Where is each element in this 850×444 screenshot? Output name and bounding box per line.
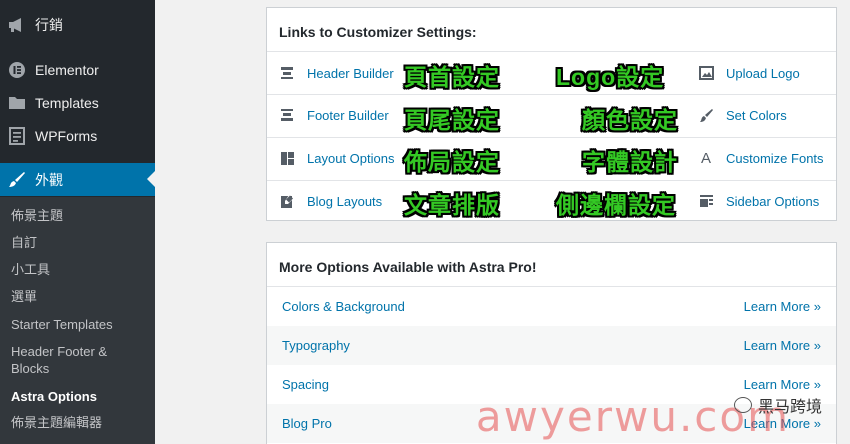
annotation-colors: 顏色設定 <box>582 107 678 133</box>
layout-icon <box>277 148 297 168</box>
submenu-item-widgets[interactable]: 小工具 <box>11 261 151 278</box>
font-icon: A <box>700 149 711 167</box>
pro-feature-label[interactable]: Spacing <box>282 377 329 392</box>
upload-logo-link[interactable]: Upload Logo <box>696 63 800 83</box>
annotation-logo: Logo設定 <box>556 64 665 90</box>
menu-item-appearance[interactable]: 外觀 <box>0 163 155 196</box>
folder-icon <box>8 94 26 112</box>
annotation-layout: 佈局設定 <box>404 149 500 175</box>
link-label: Header Builder <box>307 65 394 81</box>
footer-builder-link[interactable]: Footer Builder <box>277 105 389 125</box>
admin-sidebar: 行銷 Elementor Templates WPForms 外觀 佈景主題 自… <box>0 0 155 444</box>
menu-item-elementor[interactable]: Elementor <box>0 53 155 86</box>
link-label: Customize Fonts <box>726 150 824 166</box>
divider <box>267 180 836 181</box>
learn-more-link[interactable]: Learn More » <box>744 299 821 314</box>
submenu-item-customize[interactable]: 自訂 <box>11 234 151 251</box>
customize-fonts-link[interactable]: A Customize Fonts <box>696 148 824 168</box>
menu-label: Elementor <box>35 61 99 78</box>
watermark: 黑马跨境 <box>733 393 822 417</box>
link-label: Blog Layouts <box>307 193 383 209</box>
annotation-blog: 文章排版 <box>404 192 500 218</box>
annotation-fonts: 字體設計 <box>582 149 678 175</box>
elementor-icon <box>8 61 26 79</box>
header-builder-link[interactable]: Header Builder <box>277 63 394 83</box>
divider <box>267 137 836 138</box>
pro-row-typography: Typography Learn More » <box>267 326 836 365</box>
appearance-submenu: 佈景主題 自訂 小工具 選單 Starter Templates Header … <box>0 197 155 444</box>
header-builder-icon <box>277 63 297 83</box>
menu-label: 行銷 <box>35 16 63 33</box>
blog-layouts-link[interactable]: Blog Layouts <box>277 191 382 211</box>
submenu-item-menus[interactable]: 選單 <box>11 288 151 305</box>
menu-item-marketing[interactable]: 行銷 <box>0 8 155 41</box>
divider <box>267 51 836 52</box>
link-label: Sidebar Options <box>726 193 820 209</box>
learn-more-link[interactable]: Learn More » <box>744 377 821 392</box>
panel-title: Links to Customizer Settings: <box>279 24 477 40</box>
form-icon <box>8 126 26 145</box>
pro-feature-label[interactable]: Blog Pro <box>282 416 332 431</box>
submenu-item-theme-editor[interactable]: 佈景主題編輯器 <box>11 414 151 431</box>
megaphone-icon <box>8 16 26 34</box>
layout-options-link[interactable]: Layout Options <box>277 148 394 168</box>
menu-item-wpforms[interactable]: WPForms <box>0 119 155 152</box>
image-icon <box>696 63 716 83</box>
link-label: Layout Options <box>307 150 395 166</box>
watermark-label: 黑马跨境 <box>757 399 822 416</box>
pro-feature-label[interactable]: Colors & Background <box>282 299 405 314</box>
submenu-item-astra-options[interactable]: Astra Options <box>11 388 151 405</box>
annotation-sidebar: 側邊欄設定 <box>556 192 676 218</box>
set-colors-link[interactable]: Set Colors <box>696 105 787 125</box>
learn-more-link[interactable]: Learn More » <box>744 338 821 353</box>
submenu-item-themes[interactable]: 佈景主題 <box>11 207 151 224</box>
panel-title: More Options Available with Astra Pro! <box>279 259 537 275</box>
sidebar-options-link[interactable]: Sidebar Options <box>696 191 819 211</box>
annotation-header: 頁首設定 <box>404 64 500 90</box>
footer-builder-icon <box>277 105 297 125</box>
pro-row-colors: Colors & Background Learn More » <box>267 287 836 326</box>
menu-label: 外觀 <box>35 171 63 188</box>
divider <box>267 94 836 95</box>
chat-bubble-icon <box>733 397 752 413</box>
sidebar-icon <box>696 191 716 211</box>
brush-icon <box>696 105 716 125</box>
menu-label: WPForms <box>35 127 98 144</box>
menu-label: Templates <box>35 94 99 111</box>
menu-item-templates[interactable]: Templates <box>0 86 155 119</box>
submenu-item-header-footer-blocks[interactable]: Header Footer & Blocks <box>11 343 116 377</box>
link-label: Footer Builder <box>307 107 389 123</box>
pro-feature-label[interactable]: Typography <box>282 338 350 353</box>
submenu-item-starter-templates[interactable]: Starter Templates <box>11 316 151 333</box>
link-label: Upload Logo <box>726 65 800 81</box>
link-label: Set Colors <box>726 107 787 123</box>
customizer-links-panel: Links to Customizer Settings: Header Bui… <box>266 7 837 221</box>
annotation-footer: 頁尾設定 <box>404 107 500 133</box>
paintbrush-icon <box>8 171 26 189</box>
edit-page-icon <box>277 191 297 211</box>
